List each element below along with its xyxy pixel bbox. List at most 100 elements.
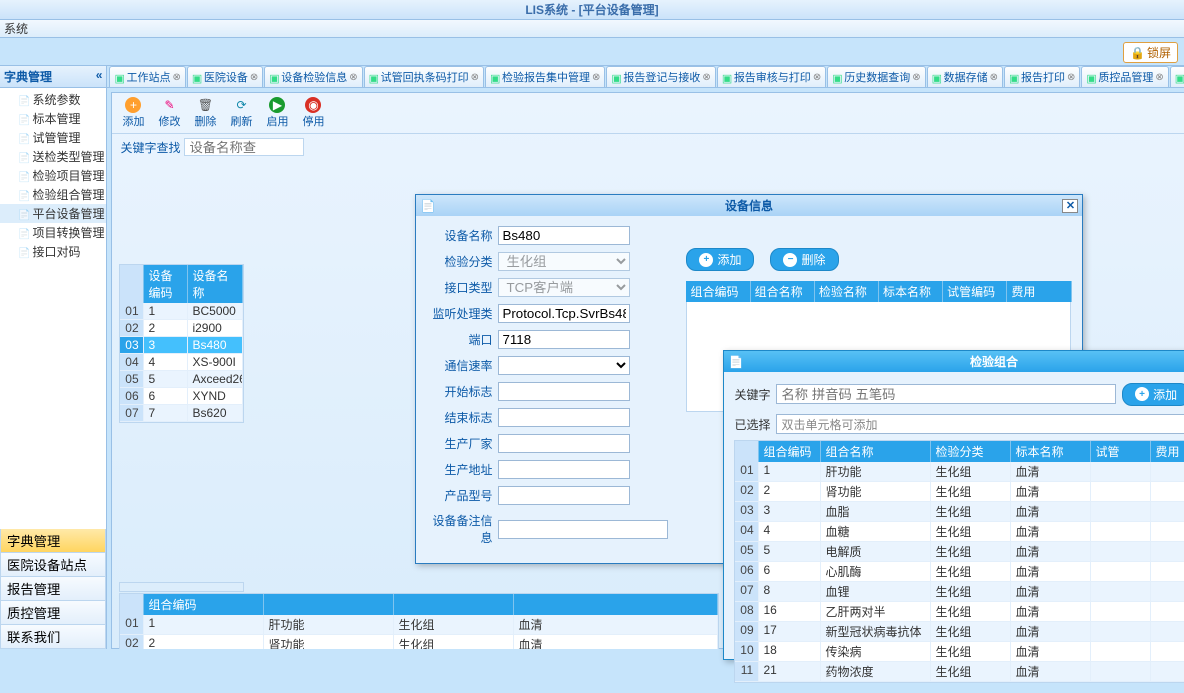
table-row[interactable]: 1018传染病生化组血清 [735, 642, 1184, 662]
tab[interactable]: ▣报告审核与打印⊗ [717, 66, 826, 87]
select-baud[interactable] [498, 356, 630, 375]
label-end-flag: 结束标志 [426, 409, 492, 426]
table-row[interactable]: 022肾功能生化组血清 [120, 635, 718, 649]
tab-close-icon[interactable]: ⊗ [912, 72, 920, 83]
table-row[interactable]: 022肾功能生化组血清 [735, 482, 1184, 502]
toolbar-disable-label: 停用 [302, 113, 324, 129]
input-address[interactable] [498, 460, 630, 479]
selected-box[interactable]: 双击单元格可添加 [776, 414, 1184, 434]
sidebar-item[interactable]: 标本管理 [0, 109, 106, 128]
toolbar-edit[interactable]: ✎修改 [158, 97, 180, 129]
tab-close-icon[interactable]: ⊗ [250, 72, 258, 83]
select-interface[interactable]: TCP客户端 [498, 278, 630, 297]
tab-close-icon[interactable]: ⊗ [990, 72, 998, 83]
sidebar-item[interactable]: 送检类型管理 [0, 147, 106, 166]
close-icon[interactable]: ✕ [1062, 199, 1078, 213]
table-row[interactable]: 033Bs480 [120, 337, 243, 354]
input-vendor[interactable] [498, 434, 630, 453]
device-del-combo-button[interactable]: −删除 [770, 248, 838, 271]
tab[interactable]: ▣质控品管理⊗ [1081, 66, 1168, 87]
tab[interactable]: ▣试管回执条码打印⊗ [364, 66, 484, 87]
toolbar-add[interactable]: +添加 [122, 97, 144, 129]
tab-close-icon[interactable]: ⊗ [172, 72, 180, 83]
tab[interactable]: ▣医院设备⊗ [187, 66, 263, 87]
label-device-name: 设备名称 [426, 227, 492, 244]
combo-lower-grid[interactable]: 组合编码011肝功能生化组血清022肾功能生化组血清033血脂生化组血清044血… [119, 593, 719, 649]
tab[interactable]: ▣质控规则管理⊗ [1170, 66, 1184, 87]
table-row[interactable]: 066心肌酶生化组血清 [735, 562, 1184, 582]
keyword-input[interactable] [776, 384, 1116, 404]
sidebar-bottom-item[interactable]: 质控管理 [0, 601, 106, 625]
toolbar: +添加 ✎修改 🗑删除 ⟳刷新 ▶启用 ◉停用 [112, 93, 1184, 134]
sidebar-item[interactable]: 试管管理 [0, 128, 106, 147]
input-port[interactable] [498, 330, 630, 349]
dialog-icon: 📄 [420, 199, 435, 213]
dialog-icon: 📄 [728, 355, 743, 369]
tab[interactable]: ▣工作站点⊗ [109, 66, 185, 87]
tab-close-icon[interactable]: ⊗ [1155, 72, 1163, 83]
device-grid[interactable]: 设备编码设备名称011BC5000022i2900033Bs480044XS-9… [119, 264, 244, 423]
tab[interactable]: ▣设备检验信息⊗ [264, 66, 362, 87]
sidebar-item[interactable]: 检验组合管理 [0, 185, 106, 204]
input-model[interactable] [498, 486, 630, 505]
table-row[interactable]: 066XYND [120, 388, 243, 405]
toolbar-delete[interactable]: 🗑删除 [194, 97, 216, 129]
table-row[interactable]: 1121药物浓度生化组血清 [735, 662, 1184, 682]
combo-add-button[interactable]: +添加 [1122, 383, 1184, 406]
tab[interactable]: ▣报告打印⊗ [1004, 66, 1080, 87]
table-row[interactable]: 044XS-900I [120, 354, 243, 371]
table-row[interactable]: 044血糖生化组血清 [735, 522, 1184, 542]
label-listener: 监听处理类 [426, 305, 492, 322]
input-start-flag[interactable] [498, 382, 630, 401]
device-add-combo-button[interactable]: +添加 [686, 248, 754, 271]
lock-button[interactable]: 锁屏 [1123, 42, 1178, 63]
tab-close-icon[interactable]: ⊗ [702, 72, 710, 83]
table-row[interactable]: 078血锂生化组血清 [735, 582, 1184, 602]
sidebar-bottom-item[interactable]: 报告管理 [0, 577, 106, 601]
toolbar-enable[interactable]: ▶启用 [266, 97, 288, 129]
sidebar-item[interactable]: 平台设备管理 [0, 204, 106, 223]
input-listener[interactable] [498, 304, 630, 323]
search-row: 关键字查找 [112, 134, 1184, 160]
tab-close-icon[interactable]: ⊗ [1067, 72, 1075, 83]
menu-system[interactable]: 系统 [4, 22, 28, 36]
combo-grid[interactable]: 组合编码组合名称检验分类标本名称试管费用011肝功能生化组血清022肾功能生化组… [734, 440, 1184, 683]
table-row[interactable]: 011肝功能生化组血清 [735, 462, 1184, 482]
tab[interactable]: ▣历史数据查询⊗ [827, 66, 925, 87]
sidebar-item[interactable]: 接口对码 [0, 242, 106, 261]
toolbar-edit-label: 修改 [158, 113, 180, 129]
tab-icon: ▣ [369, 72, 379, 82]
table-row[interactable]: 011肝功能生化组血清 [120, 615, 718, 635]
input-remark[interactable] [498, 520, 668, 539]
menu-bar[interactable]: 系统 [0, 20, 1184, 38]
tab[interactable]: ▣报告登记与接收⊗ [606, 66, 715, 87]
toolbar-disable[interactable]: ◉停用 [302, 97, 324, 129]
table-row[interactable]: 055电解质生化组血清 [735, 542, 1184, 562]
select-category[interactable]: 生化组 [498, 252, 630, 271]
input-end-flag[interactable] [498, 408, 630, 427]
toolbar-refresh[interactable]: ⟳刷新 [230, 97, 252, 129]
input-device-name[interactable] [498, 226, 630, 245]
table-row[interactable]: 055Axceed26 [120, 371, 243, 388]
sidebar-item[interactable]: 项目转换管理 [0, 223, 106, 242]
sidebar-bottom-item[interactable]: 医院设备站点 [0, 553, 106, 577]
horizontal-scrollbar[interactable] [119, 582, 244, 592]
table-row[interactable]: 033血脂生化组血清 [735, 502, 1184, 522]
tab[interactable]: ▣检验报告集中管理⊗ [485, 66, 605, 87]
tab[interactable]: ▣数据存储⊗ [927, 66, 1003, 87]
tab-close-icon[interactable]: ⊗ [471, 72, 479, 83]
table-row[interactable]: 0917新型冠状病毒抗体生化组血清 [735, 622, 1184, 642]
sidebar-bottom-item[interactable]: 字典管理 [0, 529, 106, 553]
search-input[interactable] [184, 138, 304, 156]
table-row[interactable]: 077Bs620 [120, 405, 243, 422]
table-row[interactable]: 0816乙肝两对半生化组血清 [735, 602, 1184, 622]
tab-close-icon[interactable]: ⊗ [349, 72, 357, 83]
tab-close-icon[interactable]: ⊗ [592, 72, 600, 83]
tab-close-icon[interactable]: ⊗ [813, 72, 821, 83]
sidebar-item[interactable]: 系统参数 [0, 90, 106, 109]
collapse-icon[interactable]: « [96, 68, 103, 85]
sidebar-item[interactable]: 检验项目管理 [0, 166, 106, 185]
table-row[interactable]: 022i2900 [120, 320, 243, 337]
table-row[interactable]: 011BC5000 [120, 303, 243, 320]
sidebar-bottom-item[interactable]: 联系我们 [0, 625, 106, 649]
